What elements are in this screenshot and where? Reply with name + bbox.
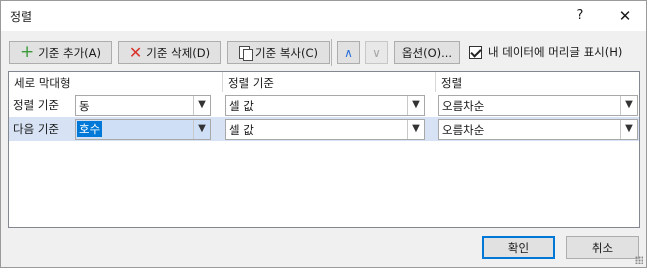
chevron-down-icon[interactable]: ▼ [620, 96, 637, 115]
sort-level-row-selected[interactable]: 다음 기준 호수 ▼ 셀 값 ▼ 오름차순 ▼ [9, 117, 639, 141]
sort-level-row[interactable]: 정렬 기준 동 ▼ 셀 값 ▼ 오름차순 ▼ [9, 93, 639, 117]
add-level-label: 기준 추가(A) [38, 45, 102, 60]
move-up-button[interactable]: ∧ [337, 41, 360, 64]
copy-icon [239, 46, 253, 61]
column-header-sort-on: 정렬 기준 [228, 76, 274, 90]
dialog-title: 정렬 [10, 10, 33, 24]
x-icon: ✕ [128, 42, 143, 62]
header-checkbox-label: 내 데이터에 머리글 표시(H) [488, 45, 623, 59]
copy-level-label: 기준 복사(C) [255, 45, 318, 60]
delete-level-button[interactable]: ✕ 기준 삭제(D) [118, 41, 221, 64]
resize-grip[interactable] [635, 256, 643, 264]
options-button[interactable]: 옵션(O)... [394, 41, 460, 64]
delete-level-label: 기준 삭제(D) [146, 45, 211, 60]
options-label: 옵션(O)... [401, 45, 453, 60]
order-select[interactable]: 오름차순 ▼ [438, 95, 638, 116]
chevron-down-icon[interactable]: ▼ [193, 96, 210, 115]
sort-on-value: 셀 값 [229, 123, 254, 137]
title-bar: 정렬 ? ✕ [1, 1, 646, 31]
column-header-column: 세로 막대형 [14, 76, 71, 90]
chevron-down-icon: ∨ [372, 45, 381, 60]
sort-on-value: 셀 값 [229, 99, 254, 113]
cancel-button[interactable]: 취소 [566, 236, 639, 259]
header-divider [222, 72, 223, 92]
ok-button[interactable]: 확인 [482, 236, 555, 259]
header-checkbox-row[interactable]: 내 데이터에 머리글 표시(H) [469, 44, 622, 60]
chevron-down-icon[interactable]: ▼ [407, 96, 424, 115]
chevron-down-icon[interactable]: ▼ [193, 120, 210, 139]
column-select[interactable]: 호수 ▼ [75, 119, 211, 140]
header-checkbox[interactable] [469, 45, 482, 59]
plus-icon: + [19, 42, 35, 62]
add-level-button[interactable]: + 기준 추가(A) [9, 41, 112, 64]
column-header-order: 정렬 [441, 76, 463, 90]
help-button[interactable]: ? [569, 5, 591, 27]
order-value: 오름차순 [442, 99, 485, 113]
column-select-value: 호수 [77, 121, 103, 137]
sort-on-select[interactable]: 셀 값 ▼ [225, 95, 425, 116]
column-select-value: 동 [79, 99, 90, 113]
toolbar-separator [331, 39, 332, 66]
copy-level-button[interactable]: 기준 복사(C) [227, 41, 330, 64]
row-label: 정렬 기준 [13, 98, 59, 112]
chevron-up-icon: ∧ [344, 45, 353, 60]
ok-label: 확인 [507, 240, 530, 255]
chevron-down-icon[interactable]: ▼ [620, 120, 637, 139]
move-down-button[interactable]: ∨ [365, 41, 388, 64]
header-divider [435, 72, 436, 92]
order-value: 오름차순 [442, 123, 485, 137]
sort-levels-grid: 세로 막대형 정렬 기준 정렬 정렬 기준 동 ▼ 셀 값 ▼ 오름차순 ▼ 다… [8, 71, 640, 228]
column-select[interactable]: 동 ▼ [75, 95, 211, 116]
sort-on-select[interactable]: 셀 값 ▼ [225, 119, 425, 140]
row-label: 다음 기준 [13, 122, 59, 136]
cancel-label: 취소 [591, 240, 614, 255]
sort-dialog: 정렬 ? ✕ + 기준 추가(A) ✕ 기준 삭제(D) 기준 복사(C) ∧ … [0, 0, 647, 268]
order-select[interactable]: 오름차순 ▼ [438, 119, 638, 140]
chevron-down-icon[interactable]: ▼ [407, 120, 424, 139]
close-button[interactable]: ✕ [613, 4, 637, 28]
